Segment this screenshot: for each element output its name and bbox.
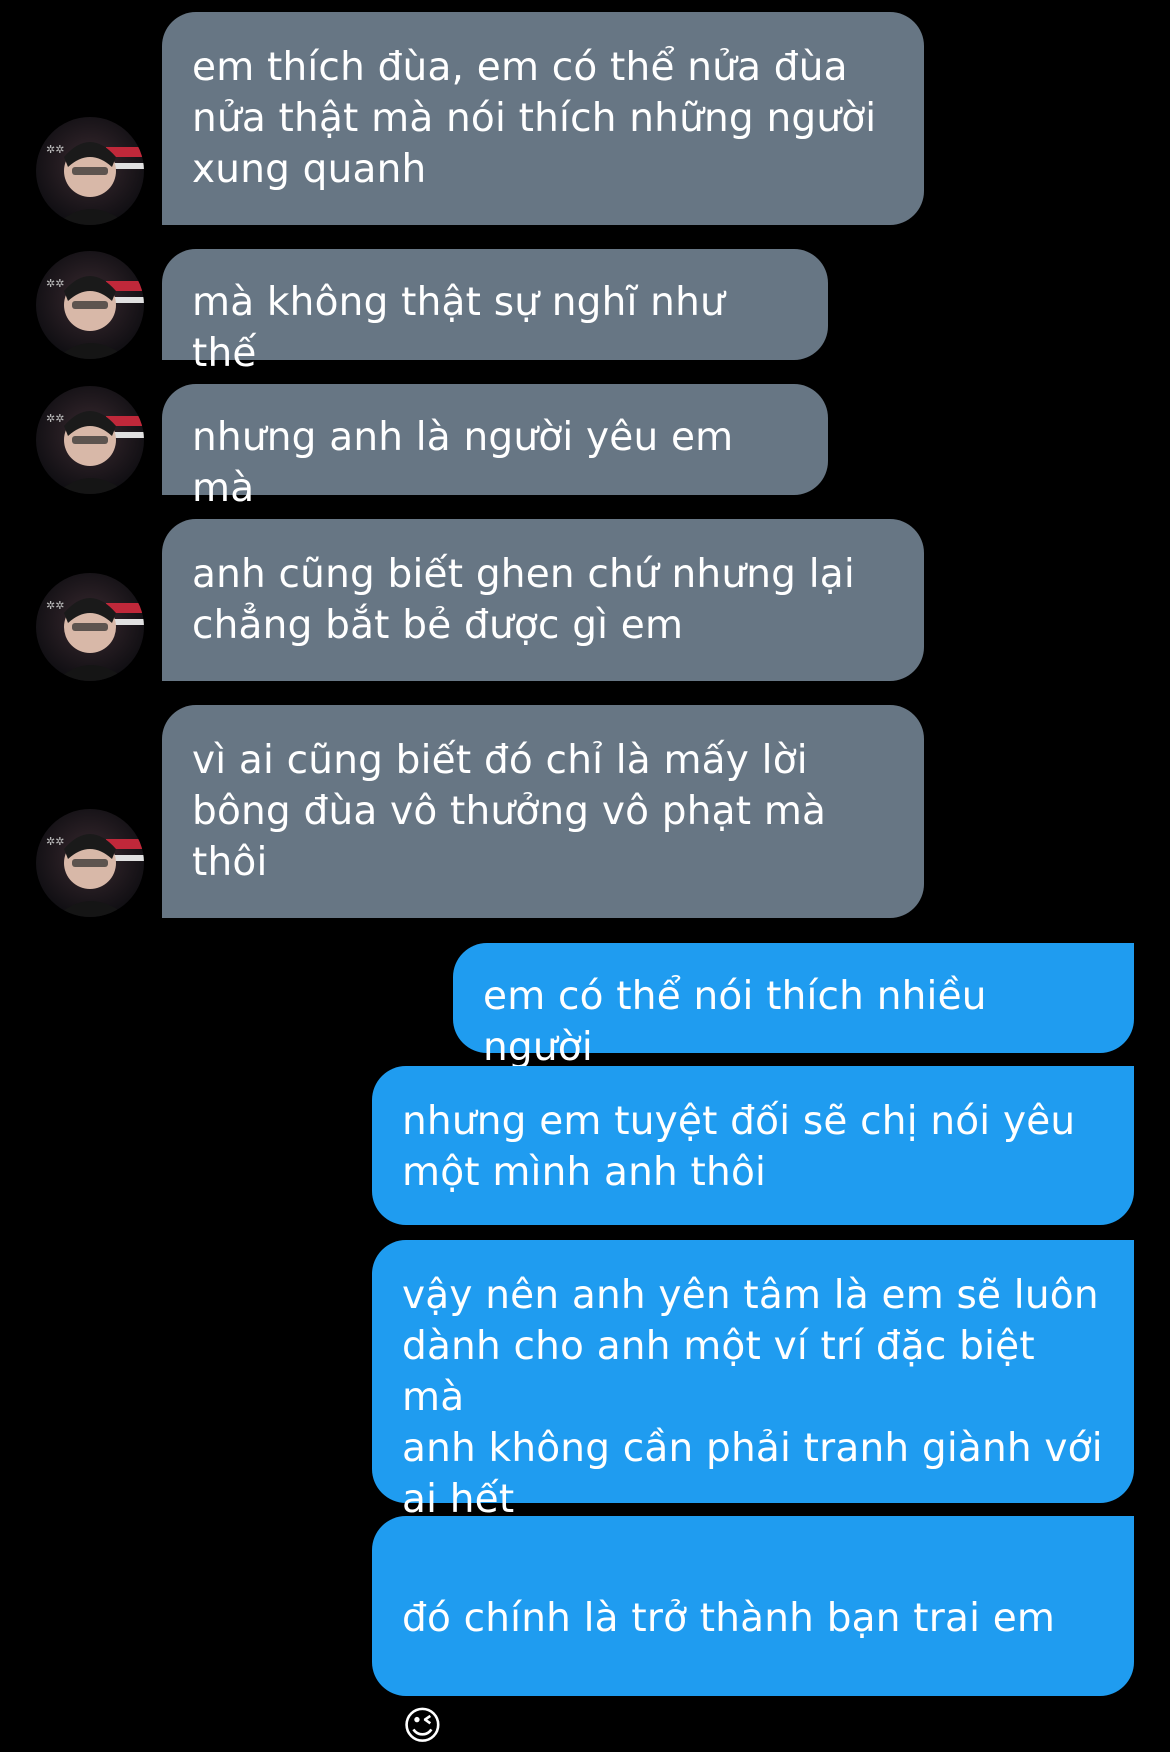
incoming-message-3[interactable]: nhưng anh là người yêu em mà xyxy=(162,384,828,511)
avatar-photo-icon: ✲✲ xyxy=(36,251,144,359)
svg-text:✲✲: ✲✲ xyxy=(46,835,64,848)
outgoing-message-1[interactable]: em có thể nói thích nhiều người xyxy=(453,943,1134,1070)
svg-text:✲✲: ✲✲ xyxy=(46,143,64,156)
avatar-photo-icon: ✲✲ xyxy=(36,117,144,225)
avatar-photo-icon: ✲✲ xyxy=(36,573,144,681)
svg-text:✲✲: ✲✲ xyxy=(46,412,64,425)
incoming-message-5[interactable]: vì ai cũng biết đó chỉ là mấy lời bông đ… xyxy=(162,705,924,918)
avatar-photo-icon: ✲✲ xyxy=(36,809,144,917)
contact-avatar[interactable]: ✲✲ xyxy=(36,251,144,359)
avatar-photo-icon: ✲✲ xyxy=(36,386,144,494)
winking-face-emoji-icon: 😉 xyxy=(402,1704,443,1749)
incoming-message-4[interactable]: anh cũng biết ghen chứ nhưng lại chẳng b… xyxy=(162,519,924,681)
message-text: đó chính là trở thành bạn trai em xyxy=(402,1596,1056,1641)
outgoing-message-2[interactable]: nhưng em tuyệt đối sẽ chị nói yêu một mì… xyxy=(372,1066,1134,1225)
outgoing-message-4[interactable]: đó chính là trở thành bạn trai em 😉 xyxy=(372,1516,1134,1749)
svg-text:✲✲: ✲✲ xyxy=(46,277,64,290)
outgoing-message-3[interactable]: vậy nên anh yên tâm là em sẽ luôn dành c… xyxy=(372,1240,1134,1522)
contact-avatar[interactable]: ✲✲ xyxy=(36,809,144,917)
svg-text:✲✲: ✲✲ xyxy=(46,599,64,612)
incoming-message-2[interactable]: mà không thật sự nghĩ như thế xyxy=(162,249,828,376)
contact-avatar[interactable]: ✲✲ xyxy=(36,386,144,494)
incoming-message-1[interactable]: em thích đùa, em có thể nửa đùa nửa thật… xyxy=(162,12,924,225)
contact-avatar[interactable]: ✲✲ xyxy=(36,573,144,681)
contact-avatar[interactable]: ✲✲ xyxy=(36,117,144,225)
